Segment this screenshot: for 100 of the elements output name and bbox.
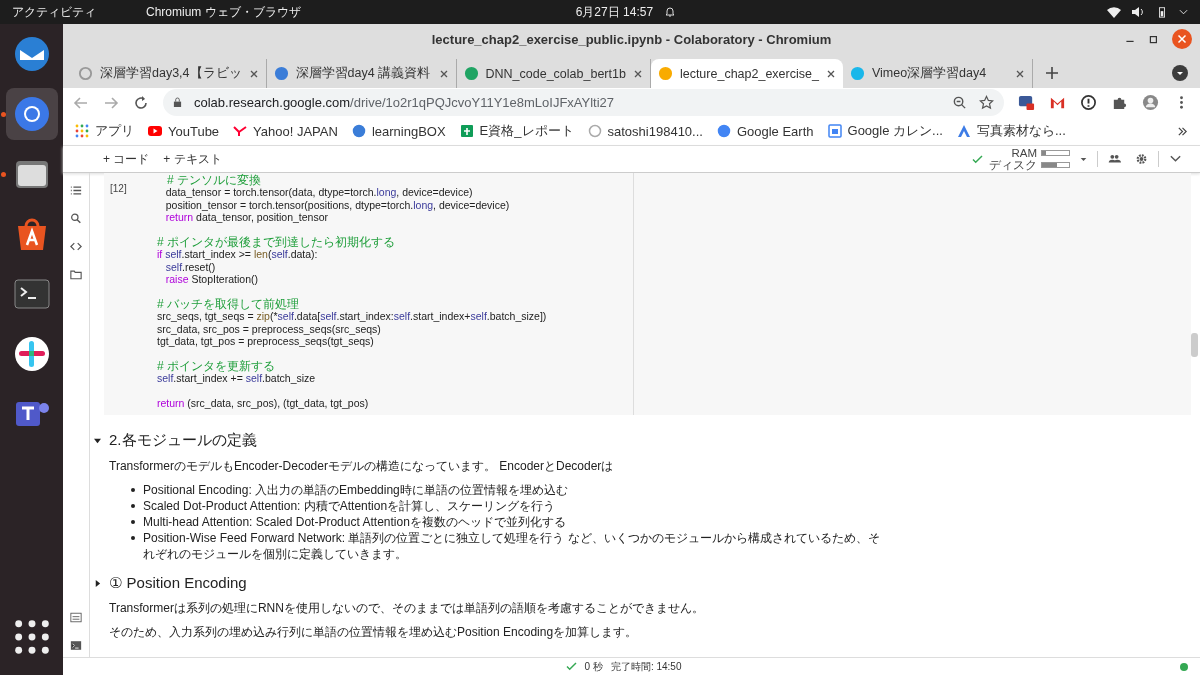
code-line: data_tensor = torch.tensor(data, dtype=torch.long, device=device) [164,186,473,199]
site-icon [657,66,673,81]
site-icon [849,66,865,81]
bookmark-star-icon[interactable] [979,95,994,110]
tab-list-icon[interactable] [1172,65,1188,81]
wifi-icon[interactable] [1107,6,1121,18]
browser-tab[interactable]: lecture_chap2_exercise_ [650,59,843,88]
section-heading: 2.各モジュールの定義 [109,431,257,450]
bullet-dot [131,488,135,492]
bullet-item: Position-Wise Feed Forward Network: 単語列の位置ごとに独立して処理を行う など、いくつかのモジュールから構成されているため、それぞれのモジュールを個別に定義していきます。 [143,530,881,562]
browser-tab[interactable]: 深層学習day4 講義資料 [266,59,457,88]
bookmark[interactable]: Google Earth [716,123,814,139]
code-line: tgt_data, tgt_pos = preprocess_seqs(tgt_seqs) [157,335,374,348]
zoom-icon[interactable] [952,95,967,110]
bookmark[interactable]: アプリ [75,122,134,140]
section-heading: ① Position Encoding [109,574,247,592]
folder-icon[interactable] [70,269,82,280]
sheet-icon [459,124,474,138]
code-line: # ポインタが最後まで到達したら初期化する [157,235,395,249]
restore-icon[interactable] [1148,33,1160,45]
triangle-logo-icon [956,124,971,138]
play-icon [148,124,162,138]
site-icon [463,66,479,81]
caret-icon[interactable] [1179,9,1188,15]
code-icon[interactable] [70,241,82,252]
browser-tab[interactable]: Vimeo深層学習day4 [842,59,1033,88]
code-line: src_data, src_pos = preprocess_seqs(src_seqs) [157,322,381,336]
reload-icon[interactable] [133,94,149,111]
bookmark[interactable]: Yahoo! JAPAN [233,123,338,139]
bookmark[interactable]: learningBOX [351,123,446,139]
more-bookmarks-icon[interactable] [1177,125,1188,137]
browser-tab[interactable]: DNN_code_colab_bert1b [456,59,651,88]
profile-icon[interactable] [1142,94,1159,111]
people-icon[interactable] [1108,153,1121,165]
table-of-contents-icon[interactable] [70,185,82,196]
add-cell-button[interactable]: + テキスト [159,150,226,168]
bookmark[interactable]: 写真素材なら... [956,122,1066,140]
bullet-dot [131,520,135,524]
site-icon [351,124,366,138]
snippet-icon[interactable] [70,612,82,623]
code-line: # ポインタを更新する [157,359,275,373]
bullet-item: Positional Encoding: 入出力の単語のEmbedding時に単語の位置情報を埋め込む [143,482,568,498]
expand-caret-icon[interactable] [94,579,101,587]
settings-icon[interactable] [1135,153,1148,165]
bullet-item: Multi-head Attention: Scaled Dot-Product Attentionを複数のヘッドで並列化する [143,514,566,530]
bullet-dot [131,504,135,508]
check-icon [972,154,983,164]
address-bar[interactable]: colab.research.google.com/drive/1o2r1qPQJcvoY11Y1e8mLoIJFxAYlti27 [163,89,1004,116]
code-line: position_tensor = torch.tensor(positions, dtype=torch.long, device=device) [164,198,510,212]
browser-tab[interactable]: 深層学習day3,4【ラビッ [71,59,267,88]
code-line: return (src_data, src_pos), (tgt_data, tgt_pos) [157,397,369,410]
activities-button[interactable]: アクティビティ [12,3,96,21]
bookmark[interactable]: E資格_レポート [459,122,574,140]
paragraph: Transformerは系列の処理にRNNを使用しないので、そのままでは単語列の語順を考慮することができません。 [109,600,705,617]
clock[interactable]: 6月27日 14:57 [575,3,654,21]
y-logo-icon [233,124,248,138]
code-cell[interactable] [104,173,1191,415]
add-cell-button[interactable]: + コード [99,150,154,168]
scrollbar-thumb[interactable] [1191,333,1198,357]
close-tab-icon[interactable] [248,68,259,79]
completed-time: 完了時間: 14:50 [610,659,682,674]
bullet-item: Scaled Dot-Product Attention: 内積でAttentionを計算し、スケーリングを行う [143,498,556,514]
bookmark[interactable]: YouTube [148,123,220,139]
info-icon[interactable] [1080,94,1097,111]
site-icon [716,124,731,138]
dropdown-icon[interactable] [1080,156,1087,162]
code-line: self.reset() [164,260,216,274]
collapse-icon[interactable] [1169,153,1182,165]
check-icon [565,662,577,671]
close-tab-icon[interactable] [438,68,449,79]
site-icon [273,66,289,81]
code-line: self.start_index += self.batch_size [157,372,316,385]
disk-label: ディスク [989,159,1037,171]
code-line: return data_tensor, position_tensor [164,211,329,224]
bookmark[interactable]: Google カレン... [827,122,943,140]
extension-icon[interactable] [1018,94,1035,111]
close-tab-icon[interactable] [825,68,836,79]
site-icon [78,66,93,81]
close-icon[interactable] [1172,29,1192,49]
search-icon[interactable] [70,213,82,224]
code-line: src_seqs, tgt_seqs = zip(*self.data[self.start_index:self.start_index+self.batch_size]) [157,310,547,323]
elapsed-time: 0 秒 [584,659,603,674]
paragraph: TransformerのモデルもEncoder-Decoderモデルの構造になっています。 EncoderとDecoderは [109,458,615,475]
new-tab-icon[interactable] [1044,66,1059,80]
app-menu[interactable]: Chromium ウェブ・ブラウザ [146,3,301,21]
close-tab-icon[interactable] [1014,68,1025,79]
code-line: raise StopIteration() [164,273,258,286]
code-line: # バッチを取得して前処理 [157,297,299,311]
ram-label: RAM [1011,147,1037,159]
execution-count: [12] [109,182,128,196]
volume-icon[interactable] [1131,6,1145,18]
code-line: # テンソルに変換 [166,174,261,187]
site-icon [587,124,602,138]
terminal-icon[interactable] [70,640,82,651]
bookmark[interactable]: satoshi198410... [587,123,703,139]
calendar-icon [827,124,842,138]
lock-icon[interactable] [173,97,182,108]
apps-icon [75,124,89,138]
close-tab-icon[interactable] [632,68,643,79]
collapse-caret-icon[interactable] [94,437,101,444]
